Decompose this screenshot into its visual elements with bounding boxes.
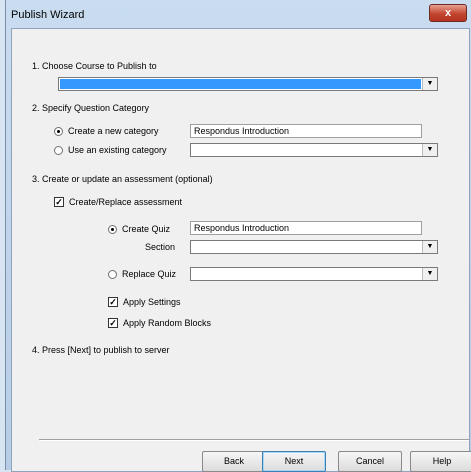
step1-label: 1. Choose Course to Publish to bbox=[32, 61, 157, 71]
apply-random-blocks-checkbox[interactable]: ✓ bbox=[108, 318, 118, 328]
new-category-radio[interactable] bbox=[54, 127, 63, 136]
close-button[interactable]: x bbox=[429, 4, 467, 22]
section-dropdown[interactable]: ▼ bbox=[190, 240, 438, 254]
apply-settings-label[interactable]: Apply Settings bbox=[123, 296, 181, 308]
create-quiz-label[interactable]: Create Quiz bbox=[122, 223, 170, 235]
create-quiz-radio[interactable] bbox=[108, 225, 117, 234]
create-replace-checkbox[interactable]: ✓ bbox=[54, 197, 64, 207]
apply-random-blocks-label[interactable]: Apply Random Blocks bbox=[123, 317, 211, 329]
chevron-down-icon[interactable]: ▼ bbox=[422, 144, 437, 156]
back-button[interactable]: Back bbox=[202, 451, 266, 472]
new-category-label[interactable]: Create a new category bbox=[68, 125, 159, 137]
step2-label: 2. Specify Question Category bbox=[32, 103, 150, 113]
create-quiz-input[interactable]: Respondus Introduction bbox=[190, 221, 422, 235]
chevron-down-icon[interactable]: ▼ bbox=[422, 78, 437, 90]
chevron-down-icon[interactable]: ▼ bbox=[422, 268, 437, 280]
next-button[interactable]: Next bbox=[262, 451, 326, 472]
apply-settings-checkbox[interactable]: ✓ bbox=[108, 297, 118, 307]
replace-quiz-dropdown[interactable]: ▼ bbox=[190, 267, 438, 281]
existing-category-label[interactable]: Use an existing category bbox=[68, 144, 167, 156]
replace-quiz-label[interactable]: Replace Quiz bbox=[122, 268, 176, 280]
step4-label: 4. Press [Next] to publish to server bbox=[32, 345, 170, 355]
existing-category-radio[interactable] bbox=[54, 146, 63, 155]
replace-quiz-radio[interactable] bbox=[108, 270, 117, 279]
footer-divider bbox=[39, 439, 469, 441]
window-title: Publish Wizard bbox=[11, 9, 85, 21]
help-button[interactable]: Help bbox=[410, 451, 471, 472]
section-label: Section bbox=[145, 242, 176, 252]
step3-label: 3. Create or update an assessment (optio… bbox=[32, 174, 213, 184]
existing-category-dropdown[interactable]: ▼ bbox=[190, 143, 438, 157]
wizard-body: 1. Choose Course to Publish to ▼ 2. Spec… bbox=[11, 28, 471, 472]
new-category-input[interactable]: Respondus Introduction bbox=[190, 124, 422, 138]
publish-wizard-window: Publish Wizard x 1. Choose Course to Pub… bbox=[5, 0, 471, 472]
chevron-down-icon[interactable]: ▼ bbox=[422, 241, 437, 253]
title-bar[interactable]: Publish Wizard x bbox=[6, 0, 471, 28]
create-replace-label[interactable]: Create/Replace assessment bbox=[69, 196, 182, 208]
close-icon: x bbox=[444, 7, 452, 19]
cancel-button[interactable]: Cancel bbox=[338, 451, 402, 472]
course-selection-highlight bbox=[60, 79, 421, 89]
course-dropdown[interactable]: ▼ bbox=[58, 77, 438, 91]
